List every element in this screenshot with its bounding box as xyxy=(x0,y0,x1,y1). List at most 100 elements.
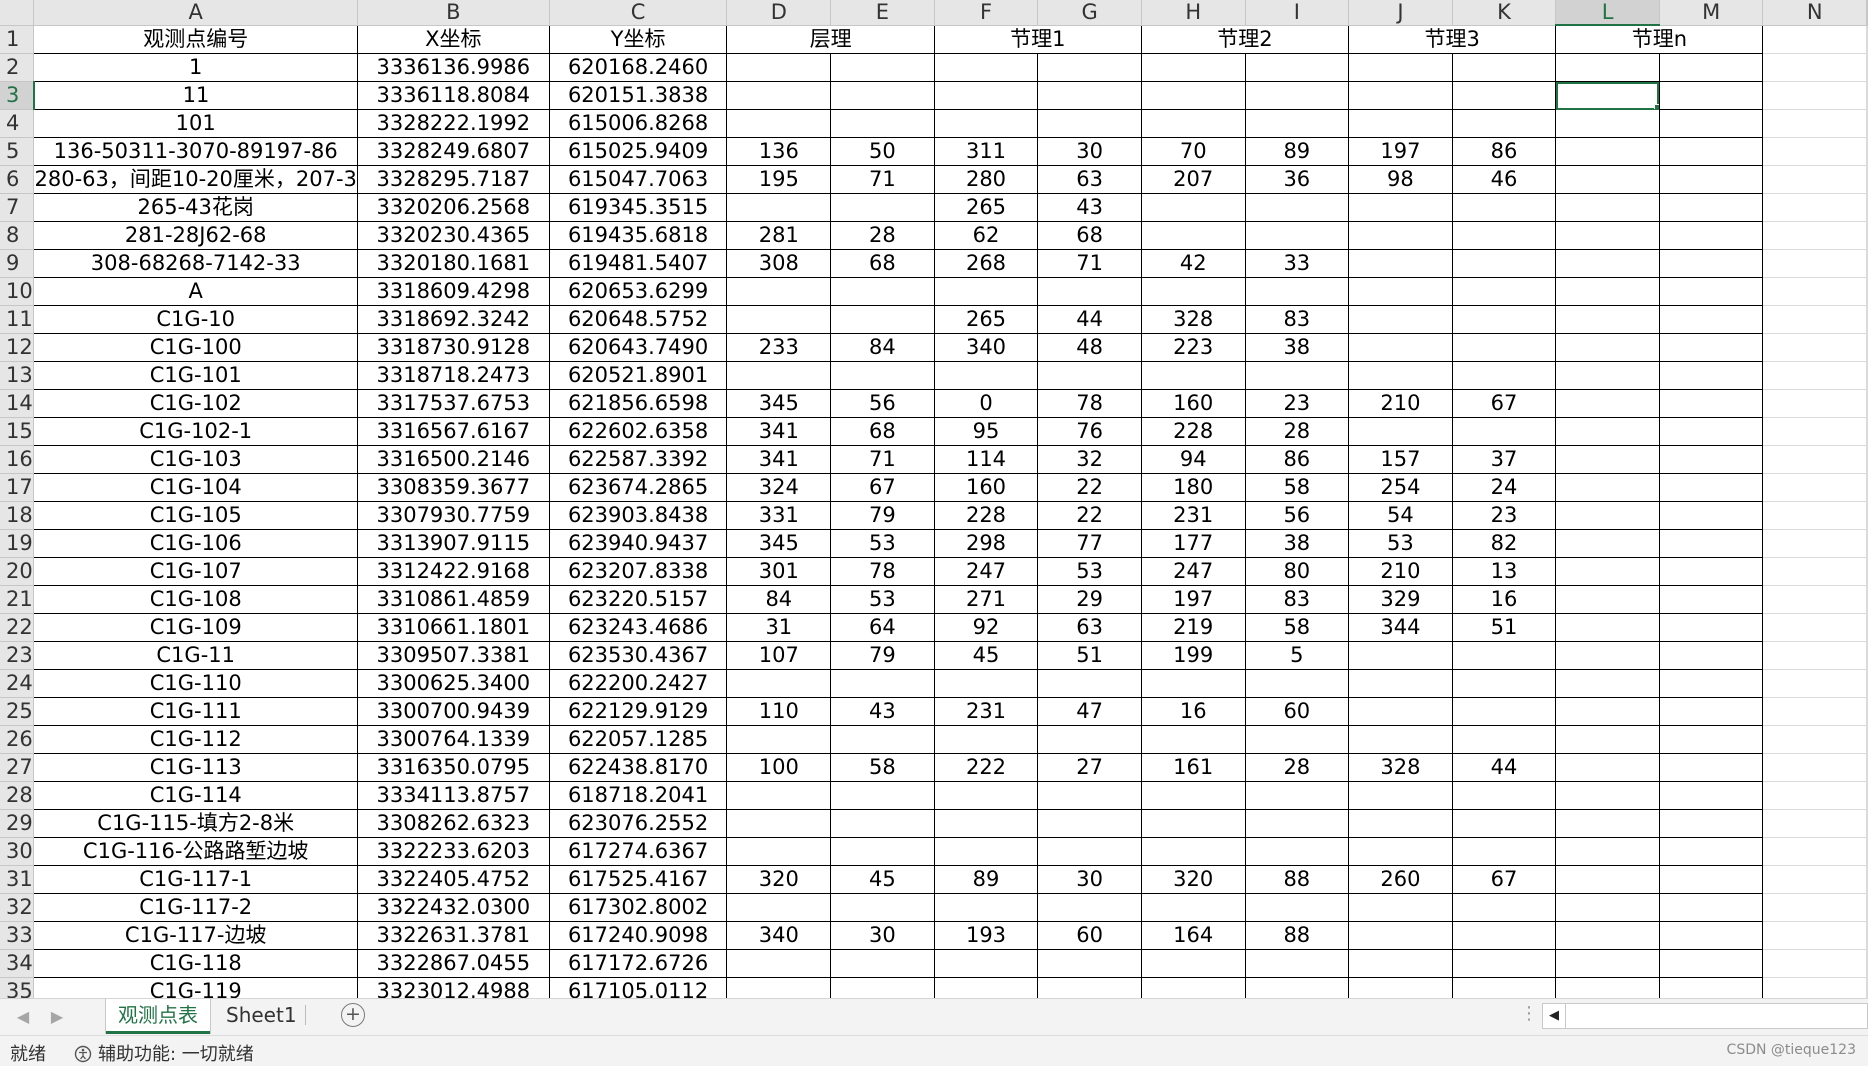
cell-c[interactable]: 619345.3515 xyxy=(548,193,728,222)
cell-g[interactable]: 63 xyxy=(1037,165,1142,194)
cell-h[interactable]: 160 xyxy=(1140,389,1246,418)
cell-l[interactable] xyxy=(1555,613,1660,642)
cell-i[interactable] xyxy=(1244,977,1350,998)
cell-l[interactable] xyxy=(1555,753,1660,782)
cell-a[interactable]: 1 xyxy=(33,53,358,82)
cell-d[interactable]: 308 xyxy=(726,249,832,278)
cell-l[interactable] xyxy=(1555,165,1660,194)
scroll-left-icon[interactable]: ◀ xyxy=(1543,1004,1566,1028)
cell-h[interactable]: 320 xyxy=(1140,865,1246,894)
column-header-k[interactable]: K xyxy=(1452,0,1557,26)
column-header-m[interactable]: M xyxy=(1659,0,1764,26)
row-header[interactable]: 35 xyxy=(0,977,35,998)
cell-h[interactable] xyxy=(1140,781,1246,810)
cell-f[interactable] xyxy=(933,781,1039,810)
cell-g[interactable]: 30 xyxy=(1037,865,1142,894)
cell-n[interactable] xyxy=(1762,193,1867,222)
header-cell-b[interactable]: X坐标 xyxy=(356,24,550,54)
cell-f[interactable]: 89 xyxy=(933,865,1039,894)
cell-h[interactable]: 228 xyxy=(1140,417,1246,446)
cell-k[interactable] xyxy=(1451,809,1557,838)
cell-n[interactable] xyxy=(1762,389,1867,418)
cell-k[interactable] xyxy=(1451,417,1557,446)
cell-c[interactable]: 619481.5407 xyxy=(548,249,728,278)
cell-m[interactable] xyxy=(1658,417,1764,446)
cell-c[interactable]: 617172.6726 xyxy=(548,949,728,978)
row-header[interactable]: 8 xyxy=(0,221,35,250)
cell-f[interactable]: 311 xyxy=(933,137,1039,166)
cell-a[interactable]: C1G-118 xyxy=(33,949,358,978)
cell-b[interactable]: 3328222.1992 xyxy=(356,109,550,138)
cell-l[interactable] xyxy=(1555,193,1660,222)
header-cell-hi[interactable]: 节理2 xyxy=(1140,24,1350,54)
row-header[interactable]: 9 xyxy=(0,249,35,278)
cell-d[interactable] xyxy=(726,837,832,866)
cell-c[interactable]: 622129.9129 xyxy=(548,697,728,726)
cell-d[interactable]: 341 xyxy=(726,445,832,474)
cell-f[interactable] xyxy=(933,949,1039,978)
cell-n[interactable] xyxy=(1762,837,1867,866)
row-header[interactable]: 20 xyxy=(0,557,35,586)
cell-j[interactable] xyxy=(1348,109,1453,138)
cell-c[interactable]: 622057.1285 xyxy=(548,725,728,754)
cell-j[interactable]: 197 xyxy=(1348,137,1453,166)
cell-g[interactable]: 53 xyxy=(1037,557,1142,586)
cell-k[interactable]: 24 xyxy=(1451,473,1557,502)
cell-e[interactable]: 43 xyxy=(830,697,935,726)
row-header[interactable]: 2 xyxy=(0,53,35,82)
cell-c[interactable]: 615006.8268 xyxy=(548,109,728,138)
cell-c[interactable]: 620151.3838 xyxy=(548,81,728,110)
row-header[interactable]: 31 xyxy=(0,865,35,894)
cell-g[interactable]: 77 xyxy=(1037,529,1142,558)
cell-d[interactable] xyxy=(726,725,832,754)
cell-m[interactable] xyxy=(1658,641,1764,670)
cell-m[interactable] xyxy=(1658,81,1764,110)
cell-j[interactable]: 98 xyxy=(1348,165,1453,194)
cell-j[interactable]: 329 xyxy=(1348,585,1453,614)
cell-a[interactable]: C1G-105 xyxy=(33,501,358,530)
cell-g[interactable] xyxy=(1037,781,1142,810)
column-header-j[interactable]: J xyxy=(1348,0,1453,26)
cell-l[interactable] xyxy=(1555,109,1660,138)
cell-l[interactable] xyxy=(1555,641,1660,670)
cell-a[interactable]: C1G-103 xyxy=(33,445,358,474)
row-header[interactable]: 19 xyxy=(0,529,35,558)
cell-g[interactable] xyxy=(1037,977,1142,998)
cell-e[interactable]: 71 xyxy=(830,445,935,474)
cell-k[interactable]: 37 xyxy=(1451,445,1557,474)
column-header-h[interactable]: H xyxy=(1141,0,1246,26)
cell-e[interactable] xyxy=(830,305,935,334)
cell-e[interactable]: 56 xyxy=(830,389,935,418)
cell-e[interactable]: 53 xyxy=(830,529,935,558)
cell-d[interactable]: 301 xyxy=(726,557,832,586)
prev-sheet-arrow-icon[interactable]: ◀ xyxy=(14,1007,32,1026)
cell-k[interactable] xyxy=(1451,221,1557,250)
tab-sheet1[interactable]: Sheet1 xyxy=(214,999,309,1031)
cell-f[interactable]: 222 xyxy=(933,753,1039,782)
cell-d[interactable] xyxy=(726,361,832,390)
cell-f[interactable]: 268 xyxy=(933,249,1039,278)
cell-h[interactable]: 199 xyxy=(1140,641,1246,670)
cell-l[interactable] xyxy=(1555,221,1660,250)
cell-i[interactable]: 28 xyxy=(1244,753,1350,782)
row-header[interactable]: 10 xyxy=(0,277,35,306)
cell-m[interactable] xyxy=(1658,865,1764,894)
add-sheet-button[interactable]: + xyxy=(341,1003,365,1027)
cell-m[interactable] xyxy=(1658,53,1764,82)
cell-c[interactable]: 623674.2865 xyxy=(548,473,728,502)
cell-f[interactable] xyxy=(933,53,1039,82)
cell-e[interactable] xyxy=(830,361,935,390)
cell-i[interactable] xyxy=(1244,725,1350,754)
column-header-l[interactable]: L xyxy=(1555,0,1660,26)
cell-n[interactable] xyxy=(1762,557,1867,586)
cell-h[interactable] xyxy=(1140,109,1246,138)
header-cell-de[interactable]: 层理 xyxy=(726,24,935,54)
cell-l[interactable] xyxy=(1555,53,1660,82)
cell-j[interactable] xyxy=(1348,361,1453,390)
cell-e[interactable]: 67 xyxy=(830,473,935,502)
cell-l[interactable] xyxy=(1555,781,1660,810)
cell-e[interactable]: 68 xyxy=(830,417,935,446)
cell-i[interactable]: 38 xyxy=(1244,333,1350,362)
cell-f[interactable] xyxy=(933,81,1039,110)
cell-h[interactable]: 207 xyxy=(1140,165,1246,194)
